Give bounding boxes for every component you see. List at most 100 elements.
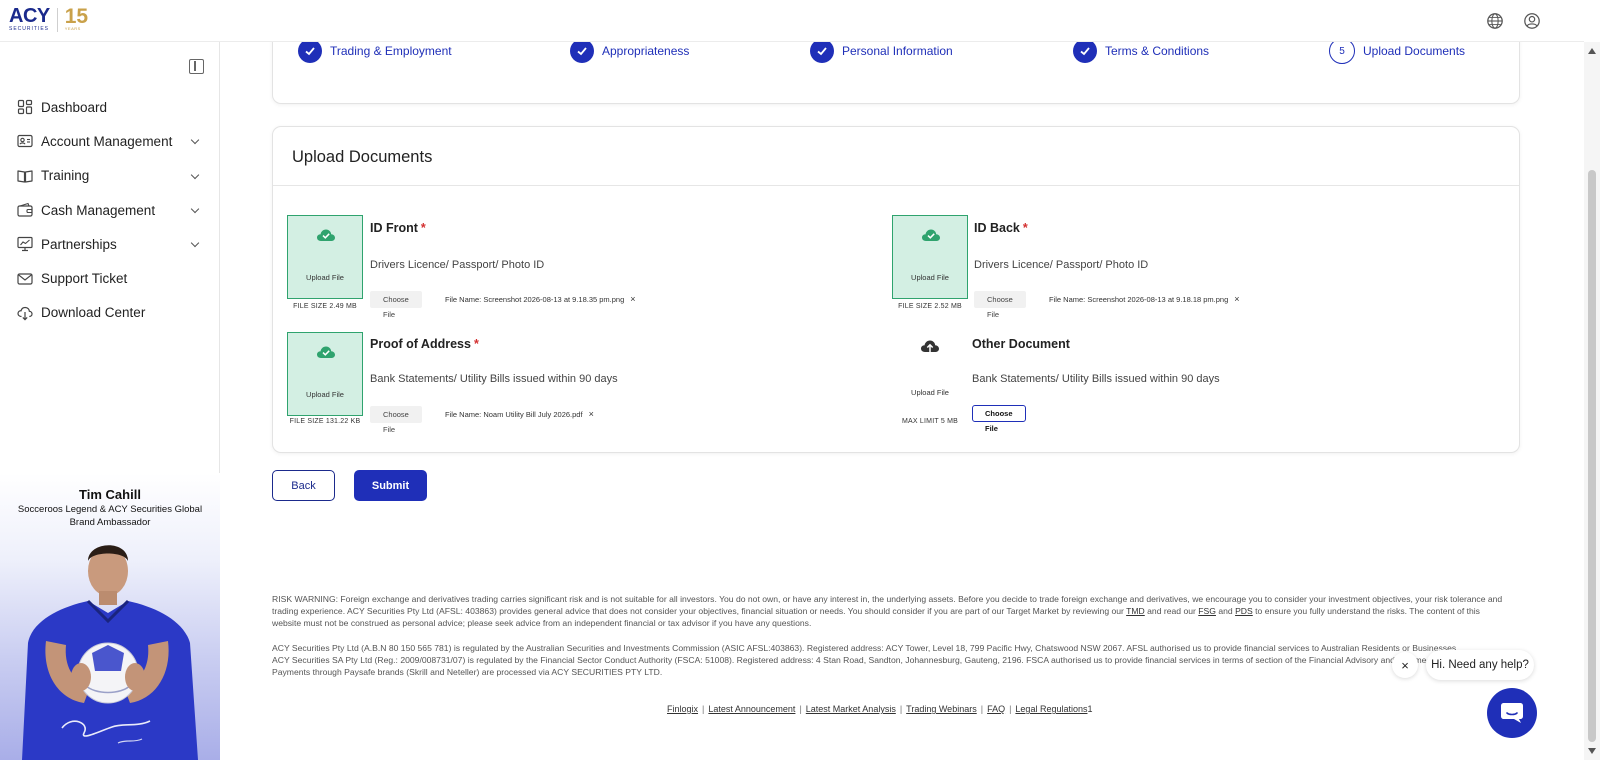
- chevron-down-icon: [190, 136, 200, 145]
- doc-title-text: ID Front: [370, 221, 418, 235]
- mail-icon: [17, 273, 33, 285]
- wallet-icon: [17, 202, 33, 217]
- scroll-up-arrow-icon[interactable]: [1588, 48, 1596, 54]
- chevron-down-icon: [190, 204, 200, 214]
- file-name-text: File Name: Screenshot 2026-08-13 at 9.18…: [1049, 295, 1229, 304]
- footer-separator: |: [1009, 704, 1012, 714]
- risk-warning-text: and: [1215, 606, 1236, 617]
- fsg-link[interactable]: FSG: [1198, 606, 1216, 616]
- scroll-thumb[interactable]: [1588, 170, 1596, 742]
- step-personal-information[interactable]: Personal Information: [810, 39, 953, 63]
- choose-file-button-proof-of-address[interactable]: Choose File: [370, 406, 422, 434]
- upload-documents-title: Upload Documents: [292, 148, 433, 166]
- upload-documents-card: Upload Documents Upload File FILE SIZE 2…: [272, 126, 1520, 453]
- step-appropriateness[interactable]: Appropriateness: [570, 39, 689, 63]
- footer-link-finlogix[interactable]: Finlogix: [667, 704, 698, 714]
- au-regulation-text: ACY Securities Pty Ltd (A.B.N 80 150 565…: [272, 643, 1459, 653]
- risk-warning: RISK WARNING: Foreign exchange and deriv…: [272, 593, 1507, 630]
- sidebar-item-training[interactable]: Training: [0, 159, 220, 193]
- globe-icon[interactable]: [1486, 12, 1504, 30]
- remove-file-icon[interactable]: ×: [1234, 294, 1239, 304]
- file-size: FILE SIZE 2.49 MB: [293, 303, 357, 310]
- footer-link-market-analysis[interactable]: Latest Market Analysis: [806, 704, 896, 714]
- choose-file-button-other[interactable]: Choose File: [972, 405, 1026, 433]
- upload-file-text: Upload File: [911, 388, 949, 397]
- page-scrollbar[interactable]: [1584, 42, 1600, 760]
- file-name-text: File Name: Noam Utility Bill July 2026.p…: [445, 410, 583, 419]
- footer-links: Finlogix | Latest Announcement | Latest Mark…: [667, 704, 1093, 714]
- user-profile-icon[interactable]: [1523, 12, 1541, 30]
- logo-badge: 15: [64, 5, 89, 28]
- back-button[interactable]: Back: [272, 470, 335, 501]
- progress-stepper: Trading & Employment Appropriateness Per…: [272, 32, 1520, 104]
- doc-title: Other Document: [972, 337, 1070, 351]
- chat-launcher-button[interactable]: [1487, 688, 1537, 738]
- check-icon: [570, 39, 594, 63]
- sidebar-item-dashboard[interactable]: Dashboard: [0, 90, 220, 124]
- cloud-check-icon: [317, 229, 335, 241]
- doc-description: Drivers Licence/ Passport/ Photo ID: [974, 259, 1149, 271]
- step-label: Terms & Conditions: [1105, 44, 1210, 58]
- sidebar-item-partnerships[interactable]: Partnerships: [0, 227, 220, 261]
- regulatory-info: ACY Securities Pty Ltd (A.B.N 80 150 565…: [272, 642, 1507, 679]
- ambassador-banner[interactable]: Tim Cahill Socceroos Legend & ACY Securi…: [0, 473, 220, 760]
- cloud-check-icon: [317, 346, 335, 358]
- footer-suffix: 1: [1087, 704, 1093, 714]
- upload-dropzone-id-front[interactable]: Upload File: [287, 215, 363, 299]
- check-icon: [1073, 39, 1097, 63]
- upload-dropzone-other[interactable]: Upload File: [892, 332, 968, 416]
- acy-logo[interactable]: ACY SECURITIES 15 YEARS: [9, 5, 89, 32]
- sidebar-item-download-center[interactable]: Download Center: [0, 296, 220, 330]
- tmd-link[interactable]: TMD: [1126, 606, 1145, 616]
- paysafe-text: Payments through Paysafe brands (Skrill …: [272, 667, 663, 678]
- cloud-upload-icon: [921, 340, 939, 355]
- file-name: File Name: Screenshot 2026-08-13 at 9.18…: [445, 294, 636, 304]
- pds-link[interactable]: PDS: [1235, 606, 1253, 616]
- step-upload-documents[interactable]: 5 Upload Documents: [1329, 38, 1466, 64]
- choose-file-button-id-back[interactable]: Choose File: [974, 291, 1026, 319]
- sidebar-item-label: Download Center: [41, 305, 146, 321]
- footer-link-faq[interactable]: FAQ: [987, 704, 1005, 714]
- upload-dropzone-proof-of-address[interactable]: Upload File: [287, 332, 363, 416]
- footer-link-latest-announcement[interactable]: Latest Announcement: [708, 704, 795, 714]
- footer-link-trading-webinars[interactable]: Trading Webinars: [906, 704, 977, 714]
- submit-button[interactable]: Submit: [354, 470, 427, 501]
- doc-title: ID Front *: [370, 221, 426, 235]
- sidebar-item-label: Cash Management: [41, 202, 156, 218]
- step-terms-conditions[interactable]: Terms & Conditions: [1073, 39, 1209, 63]
- logo-divider: [56, 7, 58, 32]
- chat-prompt[interactable]: Hi. Need any help?: [1426, 650, 1534, 680]
- logo-subtext: SECURITIES: [9, 26, 50, 32]
- sidebar-item-label: Partnerships: [41, 236, 117, 252]
- file-size: FILE SIZE 2.52 MB: [898, 303, 962, 310]
- file-name: File Name: Noam Utility Bill July 2026.p…: [445, 409, 594, 419]
- sidebar-item-label: Account Management: [41, 133, 173, 149]
- upload-dropzone-id-back[interactable]: Upload File: [892, 215, 968, 299]
- choose-file-button-id-front[interactable]: Choose File: [370, 291, 422, 319]
- chat-icon: [1501, 703, 1523, 723]
- file-name-text: File Name: Screenshot 2026-08-13 at 9.18…: [445, 295, 625, 304]
- remove-file-icon[interactable]: ×: [630, 294, 635, 304]
- sidebar-item-label: Support Ticket: [41, 271, 128, 287]
- chat-close-icon[interactable]: ×: [1392, 652, 1418, 678]
- required-mark: *: [473, 337, 479, 351]
- chevron-down-icon: [190, 238, 200, 248]
- account-card-icon: [17, 135, 33, 148]
- step-label: Trading & Employment: [330, 44, 452, 58]
- scroll-down-arrow-icon[interactable]: [1588, 748, 1596, 754]
- check-icon: [298, 39, 322, 63]
- ambassador-photo: [22, 545, 198, 760]
- sidebar-item-support-ticket[interactable]: Support Ticket: [0, 261, 220, 295]
- required-mark: *: [420, 221, 426, 235]
- file-size: FILE SIZE 131.22 KB: [289, 418, 361, 425]
- remove-file-icon[interactable]: ×: [589, 409, 594, 419]
- footer-link-legal-regulations[interactable]: Legal Regulations: [1015, 704, 1087, 714]
- step-label: Upload Documents: [1363, 44, 1466, 58]
- sidebar-item-label: Training: [41, 168, 90, 184]
- step-trading-employment[interactable]: Trading & Employment: [298, 39, 452, 63]
- doc-description: Bank Statements/ Utility Bills issued wi…: [972, 373, 1220, 385]
- sidebar-collapse-icon[interactable]: [189, 59, 204, 74]
- sidebar-item-cash-management[interactable]: Cash Management: [0, 193, 220, 227]
- sidebar-item-account-management[interactable]: Account Management: [0, 124, 220, 158]
- sidebar-item-label: Dashboard: [41, 99, 108, 115]
